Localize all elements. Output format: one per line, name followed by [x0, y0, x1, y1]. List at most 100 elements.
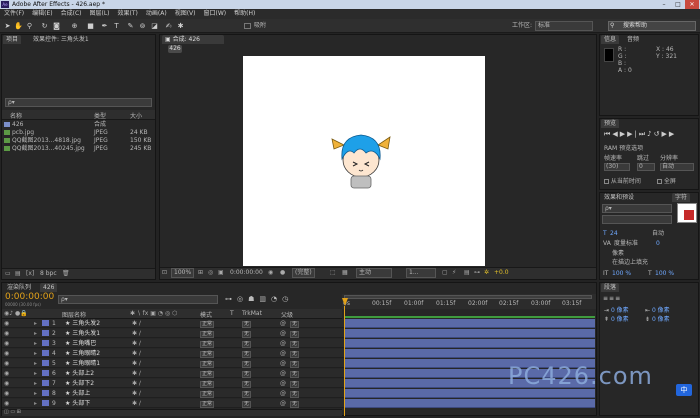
layer-row[interactable]: ◉ ▸ 5 ★ 三角眼睛1 ✱ ∕ 正常 无 @ 无	[2, 359, 344, 368]
layer-duration-bar[interactable]	[345, 329, 595, 338]
new-composition-icon[interactable]: [x]	[26, 270, 34, 277]
menu-view[interactable]: 视图(V)	[171, 9, 200, 19]
resolution-select-preview[interactable]: 自动	[660, 163, 694, 171]
layer-row[interactable]: ◉ ▸ 6 ★ 头部上2 ✱ ∕ 正常 无 @ 无	[2, 369, 344, 378]
project-item[interactable]: 426 合成	[4, 121, 154, 128]
layer-switches-icon[interactable]: ✱ ∕	[132, 319, 141, 328]
label-color-swatch[interactable]	[42, 340, 49, 346]
layer-mode-select[interactable]: 正常	[200, 399, 215, 408]
layer-trkmat-select[interactable]: 无	[242, 339, 252, 348]
layer-trkmat-select[interactable]: 无	[242, 319, 252, 328]
space-after-field[interactable]: ⇟ 0 像素	[645, 316, 670, 323]
col-layer-name[interactable]: 图层名称	[62, 310, 86, 319]
workspace-select[interactable]: 标准	[535, 21, 593, 31]
viewer-timecode[interactable]: 0:00:00:00	[230, 268, 263, 278]
project-col-size[interactable]: 大小	[130, 111, 142, 120]
indent-left-field[interactable]: ⇥ 0 像素	[604, 307, 629, 314]
pickwhip-icon[interactable]: @	[280, 329, 286, 338]
layer-name[interactable]: ★ 三角眼睛2	[65, 349, 100, 358]
layer-parent-select[interactable]: 无	[290, 349, 300, 358]
views-select[interactable]: 1...	[406, 268, 436, 278]
visibility-eye-icon[interactable]: ◉	[4, 349, 9, 358]
tab-preview[interactable]: 预览	[601, 119, 620, 128]
layer-trkmat-select[interactable]: 无	[242, 329, 252, 338]
last-frame-icon[interactable]: ⏭	[639, 130, 647, 138]
layer-row[interactable]: ◉ ▸ 7 ★ 头部下2 ✱ ∕ 正常 无 @ 无	[2, 379, 344, 388]
font-size-value[interactable]: 24	[610, 230, 618, 237]
text-tool-icon[interactable]: T	[112, 22, 121, 30]
visibility-eye-icon[interactable]: ◉	[4, 319, 9, 328]
tab-project[interactable]: 项目	[3, 35, 22, 44]
layer-row[interactable]: ◉ ▸ 1 ★ 三角头发2 ✱ ∕ 正常 无 @ 无	[2, 319, 344, 328]
layer-parent-select[interactable]: 无	[290, 369, 300, 378]
fullscreen-checkbox[interactable]: 全屏	[657, 178, 676, 185]
layer-name[interactable]: ★ 三角头发1	[65, 329, 100, 338]
grid-icon[interactable]: ⊞	[198, 269, 203, 276]
align-right-icon[interactable]: ≡	[615, 295, 621, 302]
expand-triangle-icon[interactable]: ▸	[34, 349, 37, 358]
layer-mode-select[interactable]: 正常	[200, 389, 215, 398]
frame-blending-icon[interactable]: ▥	[259, 295, 271, 303]
visibility-eye-icon[interactable]: ◉	[4, 389, 9, 398]
tab-effects-presets[interactable]: 效果和预设	[601, 193, 637, 202]
expand-triangle-icon[interactable]: ▸	[34, 359, 37, 368]
vertical-scale-value[interactable]: 100 %	[612, 270, 631, 277]
new-folder-icon[interactable]: ▤	[15, 270, 21, 277]
menu-edit[interactable]: 编辑(E)	[28, 9, 56, 19]
snapshot-icon[interactable]: ▣	[218, 269, 224, 276]
rotate-tool-icon[interactable]: ↻	[40, 22, 49, 30]
layer-mode-select[interactable]: 正常	[200, 379, 215, 388]
graph-editor-icon[interactable]: ◷	[282, 295, 293, 303]
visibility-eye-icon[interactable]: ◉	[4, 399, 9, 408]
layer-parent-select[interactable]: 无	[290, 359, 300, 368]
layer-switches-icon[interactable]: ✱ ∕	[132, 369, 141, 378]
layer-switches-icon[interactable]: ✱ ∕	[132, 399, 141, 408]
layer-parent-select[interactable]: 无	[290, 319, 300, 328]
layer-name[interactable]: ★ 头部下2	[65, 379, 94, 388]
visibility-eye-icon[interactable]: ◉	[4, 359, 9, 368]
project-col-type[interactable]: 类型	[94, 111, 106, 120]
pickwhip-icon[interactable]: @	[280, 339, 286, 348]
pickwhip-icon[interactable]: @	[280, 399, 286, 408]
tab-composition[interactable]: ▣ 合成: 426	[162, 35, 224, 44]
bit-depth-button[interactable]: 8 bpc	[40, 270, 57, 277]
ram-preview-options[interactable]: RAM 预览选项	[604, 145, 643, 152]
layer-row[interactable]: ◉ ▸ 4 ★ 三角眼睛2 ✱ ∕ 正常 无 @ 无	[2, 349, 344, 358]
close-button[interactable]: ✕	[685, 0, 699, 9]
minimize-button[interactable]: –	[657, 0, 671, 9]
pickwhip-icon[interactable]: @	[280, 369, 286, 378]
layer-duration-bar[interactable]	[345, 319, 595, 328]
loop-icon[interactable]: ↺	[654, 130, 662, 138]
timeline-toggle-icon[interactable]: ▤	[464, 269, 470, 276]
label-color-swatch[interactable]	[42, 330, 49, 336]
menu-window[interactable]: 窗口(W)	[199, 9, 230, 19]
layer-duration-bar[interactable]	[345, 389, 595, 398]
pickwhip-icon[interactable]: @	[280, 379, 286, 388]
col-parent[interactable]: 父级	[281, 310, 293, 319]
ram-preview-icon[interactable]: ▶▶	[662, 130, 677, 138]
layer-mode-select[interactable]: 正常	[200, 369, 215, 378]
tab-character[interactable]: 字符	[672, 193, 691, 202]
expand-triangle-icon[interactable]: ▸	[34, 379, 37, 388]
exposure-icon[interactable]: ✲	[484, 269, 489, 276]
visibility-eye-icon[interactable]: ◉	[4, 369, 9, 378]
puppet-tool-icon[interactable]: ✱	[176, 22, 185, 30]
fast-preview-icon[interactable]: ⚡	[452, 269, 456, 276]
work-area-bar[interactable]	[344, 295, 592, 299]
project-item[interactable]: pcb.jpg JPEG 24 KB	[4, 129, 154, 136]
layer-parent-select[interactable]: 无	[290, 389, 300, 398]
project-item[interactable]: QQ截图2013...4818.jpg JPEG 150 KB	[4, 137, 154, 144]
menu-help[interactable]: 帮助(H)	[230, 9, 259, 19]
layer-name[interactable]: ★ 头部上2	[65, 369, 94, 378]
label-color-swatch[interactable]	[42, 360, 49, 366]
indent-right-field[interactable]: ⇤ 0 像素	[645, 307, 670, 314]
region-of-interest-icon[interactable]: ⬚	[330, 269, 336, 276]
visibility-eye-icon[interactable]: ◉	[4, 329, 9, 338]
transparency-grid-icon[interactable]: ▦	[342, 269, 348, 276]
interpret-footage-icon[interactable]: ▭	[5, 270, 11, 277]
framerate-select[interactable]: (30)	[604, 163, 630, 171]
layer-name[interactable]: ★ 三角头发2	[65, 319, 100, 328]
label-color-swatch[interactable]	[42, 350, 49, 356]
tab-render-queue[interactable]: 渲染队列	[4, 283, 34, 292]
prev-frame-icon[interactable]: ◀	[612, 130, 619, 138]
